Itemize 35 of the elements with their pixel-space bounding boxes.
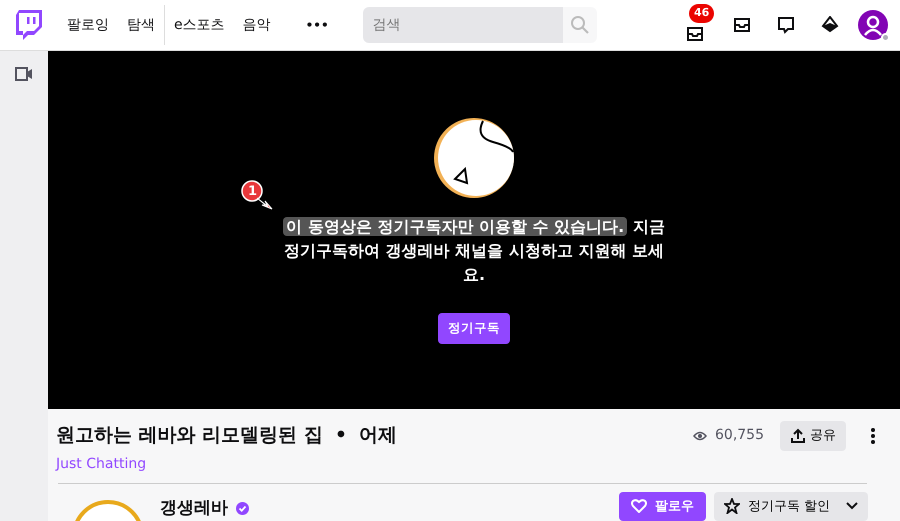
- inbox-icon: [733, 17, 751, 33]
- notification-count: 46: [689, 4, 714, 22]
- nav-link[interactable]: e스포츠: [165, 14, 234, 36]
- logo-icon[interactable]: [16, 10, 42, 40]
- search-icon: [570, 15, 590, 35]
- video-title: 원고하는 레바와 리모델링된 집: [56, 423, 323, 448]
- nav-link[interactable]: 탐색: [118, 14, 164, 36]
- channel-name: 갱생레바: [160, 496, 228, 520]
- upload-icon: [790, 428, 806, 444]
- nav-link[interactable]: 음악: [234, 14, 280, 36]
- chevron-down-icon: [846, 502, 858, 510]
- separator-dot: •: [334, 423, 348, 448]
- heart-icon: [630, 499, 647, 514]
- annotation-number: 1: [248, 183, 258, 201]
- tray-icon: [686, 26, 704, 42]
- status-dot: [881, 33, 890, 42]
- video-camera-icon[interactable]: [15, 67, 33, 81]
- user-avatar[interactable]: [858, 10, 888, 40]
- locked-video-message: 이 동영상은 정기구독자만 이용할 수 있습니다. 지금 정기구독하여 갱생레바 채널을 시청하고 지원해 보세요.: [282, 216, 666, 286]
- video-date: 어제: [359, 423, 398, 448]
- notifications-button[interactable]: 46: [672, 2, 718, 48]
- category-link[interactable]: Just Chatting: [56, 454, 146, 474]
- search-field[interactable]: 검색: [362, 7, 563, 43]
- more-menu-button[interactable]: •••: [296, 15, 339, 35]
- chat-bubble-icon: [777, 16, 795, 34]
- more-options-icon[interactable]: [870, 426, 876, 445]
- subscribe-button[interactable]: 정기구독: [438, 313, 510, 344]
- nav-link[interactable]: 팔로잉: [58, 14, 118, 36]
- eye-icon: [693, 430, 707, 441]
- share-button[interactable]: 공유: [780, 421, 846, 450]
- star-icon: [724, 498, 740, 514]
- view-count: 60,755: [715, 426, 764, 446]
- follow-button[interactable]: 팔로우: [618, 492, 706, 521]
- diamond-icon: [821, 16, 839, 34]
- subscribe-discount-button[interactable]: 정기구독 할인: [714, 492, 868, 521]
